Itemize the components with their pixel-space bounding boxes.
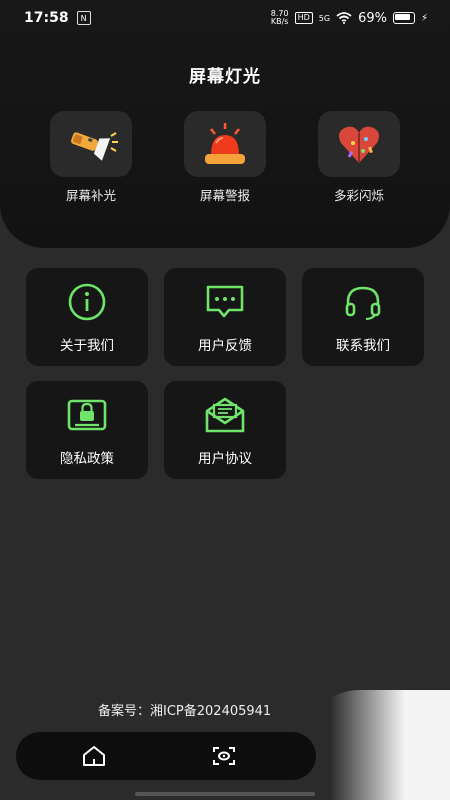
icp-record[interactable]: 备案号：湘ICP备202405941 — [98, 700, 271, 719]
light-label-fill: 屏幕补光 — [65, 188, 116, 203]
scan-icon — [213, 747, 235, 765]
menu-label-about: 关于我们 — [60, 338, 114, 354]
light-card-alarm[interactable] — [184, 111, 266, 177]
menu-about-us[interactable]: 关于我们 — [26, 268, 148, 366]
light-card-colorful[interactable] — [318, 111, 400, 177]
light-label-colorful: 多彩闪烁 — [333, 188, 384, 203]
menu-label-privacy: 隐私政策 — [60, 451, 114, 467]
wifi-icon — [336, 12, 352, 24]
charging-icon: ⚡ — [420, 12, 428, 24]
light-card-fill[interactable] — [50, 111, 132, 177]
menu-feedback[interactable]: 用户反馈 — [164, 268, 286, 366]
tab-scan[interactable] — [210, 743, 238, 769]
page-title: 屏幕灯光 — [189, 67, 261, 87]
menu-privacy-policy[interactable]: 隐私政策 — [26, 381, 148, 479]
watermark-overlay — [300, 690, 450, 800]
feedback-icon — [206, 285, 244, 318]
menu-contact-us[interactable]: 联系我们 — [302, 268, 424, 366]
privacy-lock-icon — [67, 399, 107, 431]
home-icon — [83, 746, 105, 766]
battery-icon — [392, 12, 415, 24]
headset-icon — [345, 286, 381, 321]
home-indicator — [135, 792, 315, 796]
menu-user-agreement[interactable]: 用户协议 — [164, 381, 286, 479]
alarm-siren-icon — [205, 123, 245, 164]
network-type: 5G — [318, 13, 331, 23]
hd-badge: HD — [294, 12, 313, 24]
flashlight-icon — [70, 132, 118, 161]
status-bar: 17:58 N 8.70 KB/s HD 5G 69% ⚡ — [0, 0, 450, 36]
agreement-mail-icon — [205, 397, 245, 433]
light-label-alarm: 屏幕警报 — [199, 188, 250, 203]
bottom-tab-bar — [16, 732, 316, 780]
info-icon — [68, 283, 106, 321]
menu-label-agreement: 用户协议 — [198, 451, 252, 467]
net-speed-unit: KB/s — [270, 17, 289, 26]
menu-label-feedback: 用户反馈 — [198, 338, 252, 354]
net-speed: 8.70 KB/s — [271, 10, 289, 26]
heart-confetti-icon — [339, 126, 379, 163]
status-time: 17:58 — [24, 10, 69, 26]
tab-home[interactable] — [80, 743, 108, 769]
nfc-icon: N — [76, 11, 91, 25]
battery-percent: 69% — [358, 10, 387, 26]
menu-label-contact: 联系我们 — [336, 338, 390, 354]
